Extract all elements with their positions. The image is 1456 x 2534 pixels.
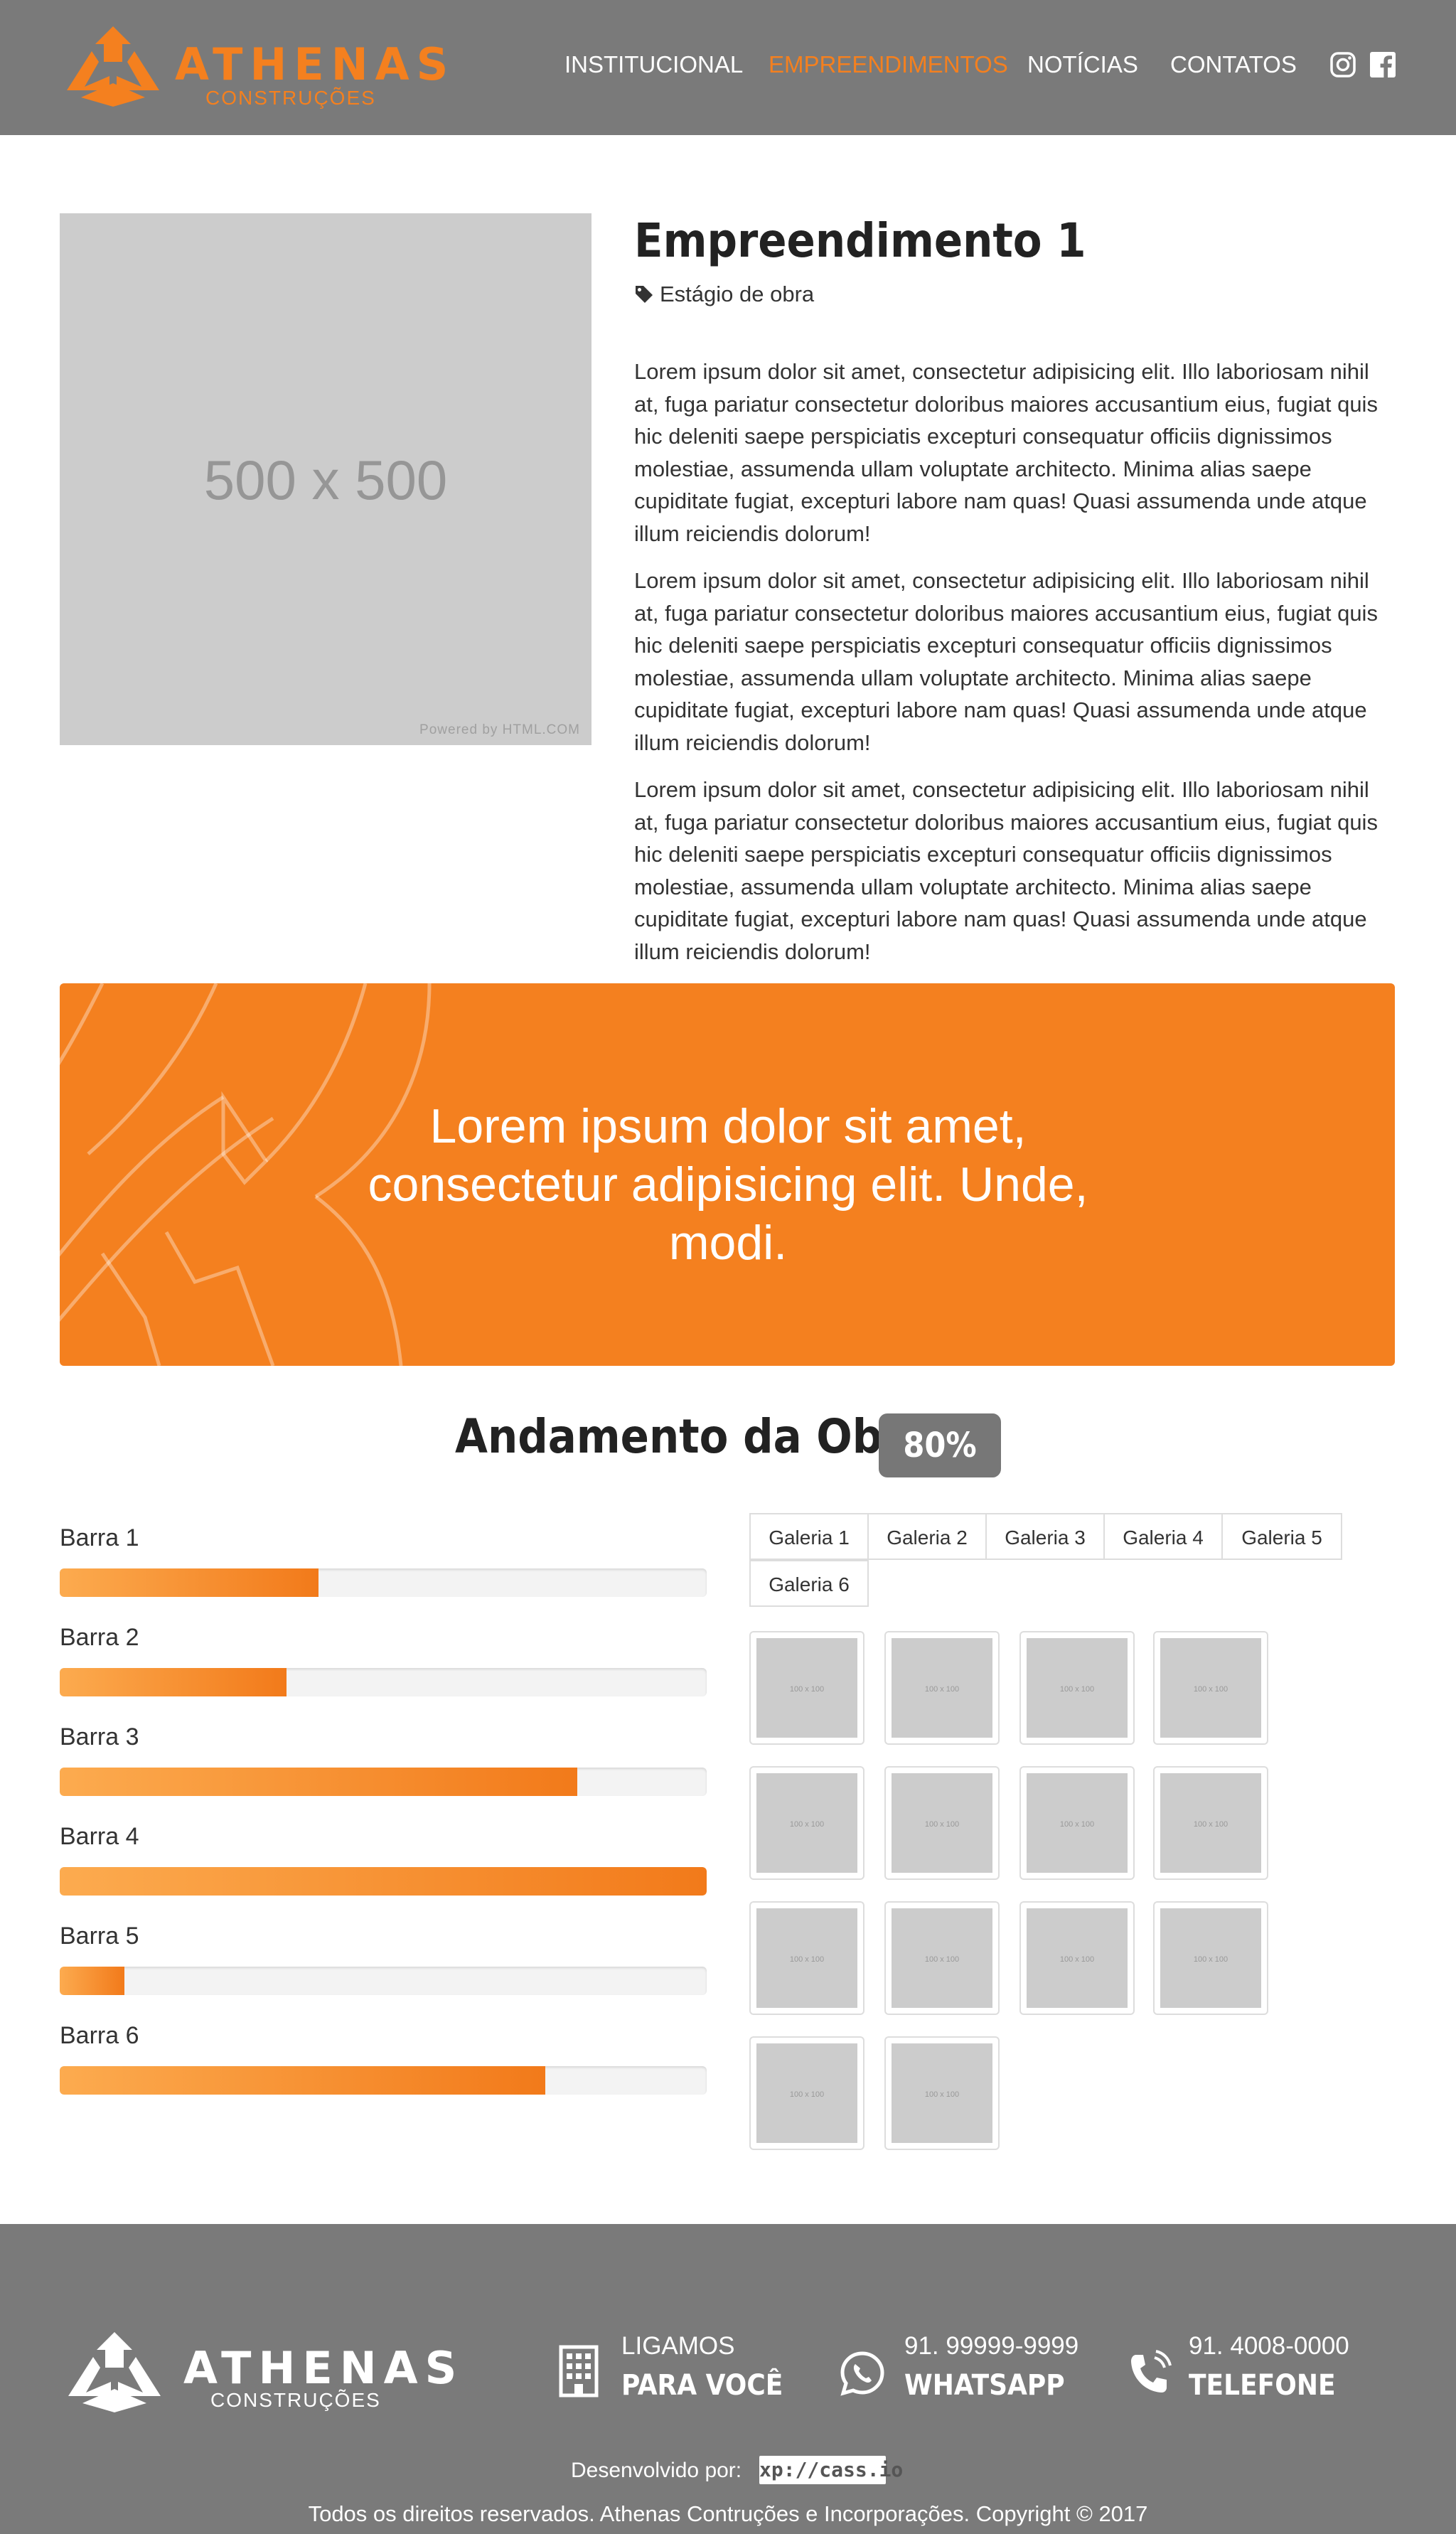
tab-galeria-4[interactable]: Galeria 4 (1103, 1513, 1223, 1560)
promo-banner: Lorem ipsum dolor sit amet, consectetur … (60, 983, 1395, 1366)
project-stage: Estágio de obra (660, 282, 815, 306)
instagram-icon[interactable] (1329, 51, 1356, 78)
thumbnail-placeholder-label: 100 x 100 (1160, 1773, 1261, 1873)
gallery-thumbnail[interactable]: 100 x 100 (1019, 1766, 1135, 1880)
thumbnail-placeholder-label: 100 x 100 (1027, 1773, 1128, 1873)
project-paragraph: Lorem ipsum dolor sit amet, consectetur … (634, 359, 1378, 546)
gallery-thumbnail[interactable]: 100 x 100 (884, 1631, 1000, 1745)
banner-text: Lorem ipsum dolor sit amet, consectetur … (368, 1099, 1088, 1270)
whatsapp-number[interactable]: 91. 99999-9999 (904, 2332, 1078, 2361)
project-paragraph: Lorem ipsum dolor sit amet, consectetur … (634, 777, 1378, 964)
progress-bar-fill (60, 1768, 577, 1796)
developed-by-label: Desenvolvido por: (571, 2459, 742, 2482)
progress-bar (60, 1768, 707, 1796)
gallery-thumbnail[interactable]: 100 x 100 (1153, 1901, 1268, 2015)
thumbnail-placeholder-label: 100 x 100 (1160, 1638, 1261, 1738)
tab-galeria-5[interactable]: Galeria 5 (1221, 1513, 1342, 1560)
progress-bar (60, 1967, 707, 1995)
progress-bar (60, 1668, 707, 1696)
thumbnail-placeholder-label: 100 x 100 (756, 1908, 857, 2008)
progress-bar-fill (60, 1967, 124, 1995)
brand-subtitle: CONSTRUÇÕES (205, 87, 376, 109)
phone-icon[interactable] (1126, 2349, 1173, 2397)
gallery-thumbnail[interactable]: 100 x 100 (749, 1631, 864, 1745)
nav-noticias[interactable]: NOTÍCIAS (1027, 51, 1138, 78)
gallery-thumbnail[interactable]: 100 x 100 (884, 1766, 1000, 1880)
gallery-thumbnail[interactable]: 100 x 100 (1019, 1901, 1135, 2015)
whatsapp-icon[interactable] (839, 2350, 886, 2397)
thumbnail-placeholder-label: 100 x 100 (756, 1638, 857, 1738)
nav-empreendimentos[interactable]: EMPREENDIMENTOS (769, 51, 1008, 78)
gallery-thumbnail[interactable]: 100 x 100 (749, 2036, 864, 2150)
progress-bar (60, 1568, 707, 1597)
copyright-text: Todos os direitos reservados. Athenas Co… (308, 2501, 1148, 2526)
thumbnail-placeholder-label: 100 x 100 (1160, 1908, 1261, 2008)
thumbnail-placeholder-label: 100 x 100 (892, 1638, 992, 1738)
progress-bar-fill (60, 1568, 318, 1597)
gallery-thumbnail[interactable]: 100 x 100 (749, 1766, 864, 1880)
tab-galeria-1[interactable]: Galeria 1 (749, 1513, 869, 1560)
progress-bar-label: Barra 2 (60, 1624, 139, 1651)
site-header: ATHENAS CONSTRUÇÕES INSTITUCIONAL EMPREE… (0, 0, 1456, 135)
footer-logo-mark-icon (68, 2332, 161, 2412)
thumbnail-placeholder-label: 100 x 100 (892, 2043, 992, 2143)
progress-percent-badge: 80% (879, 1413, 1001, 1477)
image-placeholder-label: 500 x 500 (203, 449, 448, 511)
site-footer: ATHENAS CONSTRUÇÕES LIGAMOS PARA VOCÊ 91… (0, 2224, 1456, 2534)
progress-bar-fill (60, 1668, 287, 1696)
image-credit: Powered by HTML.COM (419, 722, 580, 737)
phone-number[interactable]: 91. 4008-0000 (1189, 2332, 1349, 2361)
thumbnail-placeholder-label: 100 x 100 (892, 1773, 992, 1873)
gallery-thumbnail[interactable]: 100 x 100 (749, 1901, 864, 2015)
footer-brand-subtitle: CONSTRUÇÕES (210, 2389, 381, 2411)
building-icon (559, 2345, 599, 2397)
progress-bar-label: Barra 6 (60, 2022, 139, 2049)
facebook-icon[interactable] (1369, 51, 1396, 78)
tab-galeria-3[interactable]: Galeria 3 (985, 1513, 1105, 1560)
tab-galeria-6[interactable]: Galeria 6 (749, 1560, 869, 1607)
gallery-thumbnail[interactable]: 100 x 100 (1153, 1766, 1268, 1880)
progress-bar (60, 1867, 707, 1896)
gallery-thumbnail[interactable]: 100 x 100 (884, 1901, 1000, 2015)
project-paragraph: Lorem ipsum dolor sit amet, consectetur … (634, 568, 1378, 755)
progress-bar-label: Barra 1 (60, 1524, 139, 1551)
project-image: 500 x 500 Powered by HTML.COM (60, 213, 592, 745)
developer-badge[interactable]: xp://cass.io (759, 2456, 903, 2484)
tab-galeria-2[interactable]: Galeria 2 (867, 1513, 987, 1560)
thumbnail-placeholder-label: 100 x 100 (1027, 1908, 1128, 2008)
nav-institucional[interactable]: INSTITUCIONAL (564, 51, 743, 78)
thumbnail-placeholder-label: 100 x 100 (1027, 1638, 1128, 1738)
progress-bar-label: Barra 3 (60, 1723, 139, 1750)
callback-label-top: LIGAMOS (621, 2332, 735, 2360)
progress-bar-label: Barra 4 (60, 1823, 139, 1850)
progress-bar-label: Barra 5 (60, 1923, 139, 1950)
gallery-thumbnail[interactable]: 100 x 100 (1019, 1631, 1135, 1745)
progress-bar-fill (60, 2066, 545, 2095)
gallery-thumbnail[interactable]: 100 x 100 (884, 2036, 1000, 2150)
progress-bar (60, 2066, 707, 2095)
callback-label-bottom: PARA VOCÊ (621, 2369, 783, 2402)
thumbnail-placeholder-label: 100 x 100 (756, 2043, 857, 2143)
footer-brand-name: ATHENAS (183, 2342, 464, 2394)
progress-bar-fill (60, 1867, 707, 1896)
phone-label: TELEFONE (1189, 2369, 1336, 2402)
thumbnail-placeholder-label: 100 x 100 (756, 1773, 857, 1873)
project-title: Empreendimento 1 (634, 213, 1086, 268)
whatsapp-label: WHATSAPP (904, 2369, 1065, 2402)
brand-logo[interactable]: ATHENAS CONSTRUÇÕES (60, 23, 448, 115)
gallery-thumbnail[interactable]: 100 x 100 (1153, 1631, 1268, 1745)
brand-name: ATHENAS (175, 38, 456, 90)
nav-contatos[interactable]: CONTATOS (1170, 51, 1297, 78)
logo-mark-icon (67, 26, 159, 107)
thumbnail-placeholder-label: 100 x 100 (892, 1908, 992, 2008)
tag-icon (636, 286, 653, 303)
progress-title: Andamento da Obra (455, 1409, 932, 1464)
